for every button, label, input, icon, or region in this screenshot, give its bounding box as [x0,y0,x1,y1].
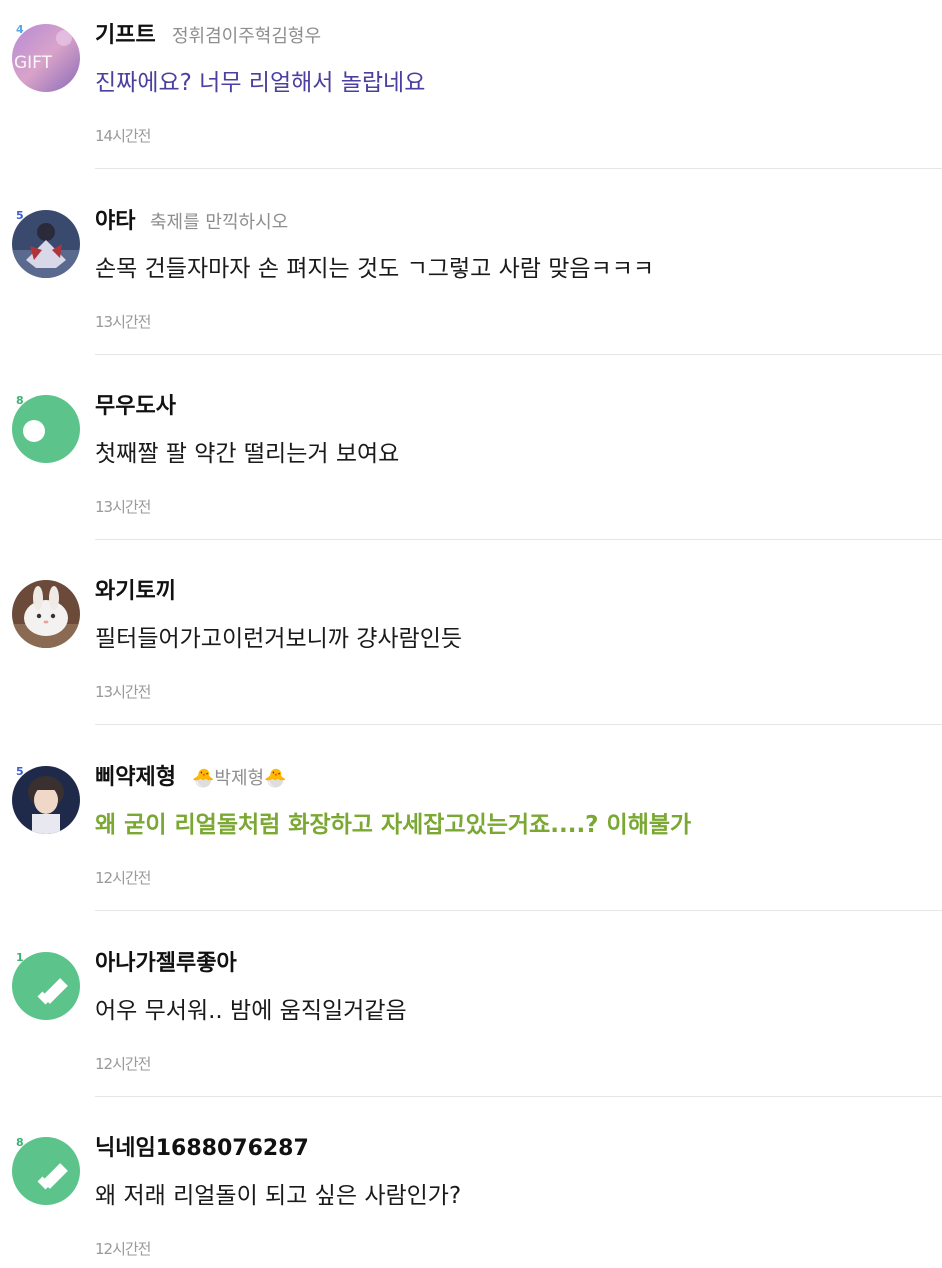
comment-text: 왜 굳이 리얼돌처럼 화장하고 자세잡고있는거죠....? 이해불가 [95,812,692,838]
comment-item: 8 닉네임1688076287 왜 저래 리얼돌이 되고 싶은 사람인가? 12… [0,1113,942,1268]
comment-text: 진짜에요? 너무 리얼해서 놀랍네요 [95,70,426,96]
level-badge: 8 [16,394,24,407]
comment-text: 왜 저래 리얼돌이 되고 싶은 사람인가? [95,1183,462,1209]
divider [95,1096,942,1097]
comment-item: 5 야타 축제를 만끽하시오 손목 건들자마자 손 펴지는 것도 ㄱ그렇고 사람… [0,186,942,371]
level-badge: 5 [16,765,24,778]
comment-item: 1 아나가젤루좋아 어우 무서워.. 밤에 움직일거같음 12시간전 [0,928,942,1113]
level-badge: 5 [16,209,24,222]
comment-text: 손목 건들자마자 손 펴지는 것도 ㄱ그렇고 사람 맞음ㅋㅋㅋ [95,256,655,282]
nickname[interactable]: 닉네임1688076287 [95,1135,309,1163]
title-tag: 축제를 만끽하시오 [150,212,289,233]
level-badge: 8 [16,1136,24,1149]
comment-text: 필터들어가고이런거보니까 걍사람인듯 [95,626,463,652]
timestamp: 13시간전 [95,313,151,331]
comment-item: 5 삐약제형 🐣박제형🐣 왜 굳이 리얼돌처럼 화장하고 자세잡고있는거죠...… [0,742,942,927]
nickname[interactable]: 아나가젤루좋아 [95,950,237,978]
timestamp: 12시간전 [95,1240,151,1258]
nickname[interactable]: 무우도사 [95,393,176,421]
nickname[interactable]: 삐약제형 [95,764,176,792]
divider [95,910,942,911]
comment-list: GIFT 4 기프트 정휘겸이주혁김형우 진짜에요? 너무 리얼해서 놀랍네요 … [0,0,942,1268]
bunny-avatar-image [12,580,80,648]
divider [95,354,942,355]
timestamp: 13시간전 [95,498,151,516]
timestamp: 14시간전 [95,127,151,145]
timestamp: 12시간전 [95,869,151,887]
level-badge: 1 [16,951,24,964]
nickname[interactable]: 기프트 [95,22,156,50]
comment-item: 8 무우도사 첫째짤 팔 약간 떨리는거 보여요 13시간전 [0,371,942,556]
nickname[interactable]: 와기토끼 [95,578,176,606]
comment-item: 와기토끼 필터들어가고이런거보니까 걍사람인듯 13시간전 [0,556,942,741]
nickname[interactable]: 야타 [95,208,135,236]
comment-item: GIFT 4 기프트 정휘겸이주혁김형우 진짜에요? 너무 리얼해서 놀랍네요 … [0,0,942,185]
title-tag: 정휘겸이주혁김형우 [172,26,322,47]
comment-text: 첫째짤 팔 약간 떨리는거 보여요 [95,441,400,467]
divider [95,168,942,169]
timestamp: 12시간전 [95,1055,151,1073]
title-tag: 🐣박제형🐣 [192,768,287,789]
level-badge: 4 [16,23,24,36]
divider [95,539,942,540]
timestamp: 13시간전 [95,683,151,701]
avatar[interactable] [12,580,80,648]
divider [95,724,942,725]
avatar-gift-text: GIFT [14,53,53,73]
comment-text: 어우 무서워.. 밤에 움직일거같음 [95,998,407,1024]
